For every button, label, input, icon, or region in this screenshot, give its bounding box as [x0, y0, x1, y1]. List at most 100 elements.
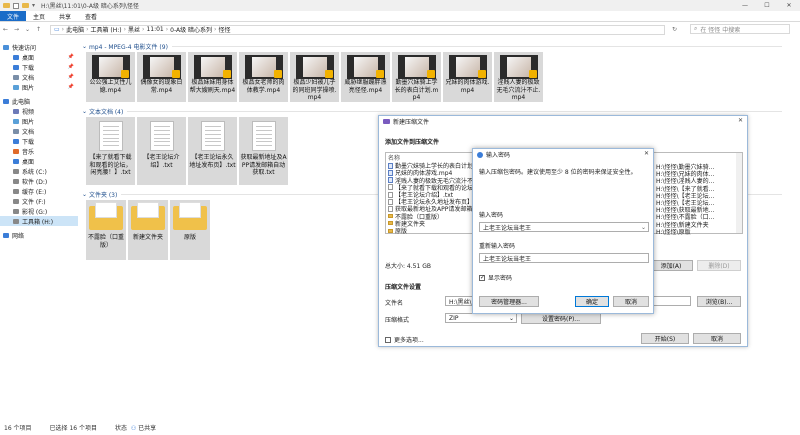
video-file[interactable]: 威胁继服蹦胖漂亮怪怪.mp4	[341, 52, 390, 102]
file-name: 淫贱人妻的极致无毛穴流汁不止.mp4	[496, 79, 541, 101]
recent-chevron-icon[interactable]: ⌄	[22, 26, 33, 33]
sidebar-item[interactable]: 文档 📌	[0, 72, 78, 82]
sidebar-item[interactable]: 下载 📌	[0, 62, 78, 72]
back-arrow-icon[interactable]: ←	[0, 26, 11, 33]
start-button[interactable]: 开始(S)	[641, 333, 689, 344]
sidebar-item[interactable]: 音乐	[0, 146, 78, 156]
show-password-checkbox[interactable]	[479, 274, 485, 281]
file-name: 偶像女的现象日常.mp4	[140, 79, 183, 94]
tab-home[interactable]: 主页	[26, 11, 52, 21]
ok-button[interactable]: 确定	[575, 296, 609, 307]
minimize-button[interactable]: —	[734, 0, 756, 11]
video-file[interactable]: 极品妹妹用身体帮大嫂刷天.mp4	[188, 52, 237, 102]
video-file[interactable]: 公公强上艾性儿媳.mp4	[86, 52, 135, 102]
nav-item-icon	[13, 148, 19, 154]
file-name: 威胁继服蹦胖漂亮怪怪.mp4	[344, 79, 387, 94]
sidebar-item[interactable]: 文档	[0, 126, 78, 136]
format-select[interactable]: ZIP ⌄	[445, 313, 517, 323]
maximize-button[interactable]: ☐	[756, 0, 778, 11]
close-icon[interactable]: ✕	[738, 117, 743, 124]
sidebar-item[interactable]: 影视 (G:)	[0, 206, 78, 216]
sidebar-item[interactable]: 图片	[0, 116, 78, 126]
video-file[interactable]: 极品少妇被儿子的同班同学操喷.mp4	[290, 52, 339, 102]
tab-view[interactable]: 查看	[78, 11, 104, 21]
chevron-down-icon[interactable]: ▾	[32, 2, 35, 9]
video-file[interactable]: 勤墨穴妹骑上学长的表白计划.mp4	[392, 52, 441, 102]
list-scrollbar[interactable]	[736, 153, 742, 233]
refresh-icon[interactable]: ↻	[669, 26, 680, 33]
list-item[interactable]: 原版	[388, 227, 407, 235]
sidebar-item[interactable]: 工具箱 (H:)	[0, 216, 78, 226]
close-icon[interactable]: ✕	[644, 150, 649, 157]
file-name: 极品女老师的肉体教学.mp4	[242, 79, 285, 94]
filename-label: 文件名	[385, 300, 404, 307]
pin-icon[interactable]: 📌	[68, 54, 74, 60]
chevron-down-icon: ⌄	[82, 191, 89, 198]
text-document-icon	[98, 121, 123, 151]
tab-file[interactable]: 文件	[0, 11, 27, 21]
crumb-guaiguai[interactable]: 怪怪	[218, 25, 230, 34]
text-file[interactable]: 【老王论坛永久地址发布页】.txt	[188, 117, 237, 185]
sidebar-item-label: 下载	[22, 64, 35, 72]
set-password-button[interactable]: 设置密码(P)...	[521, 313, 601, 324]
video-thumbnail	[295, 55, 334, 79]
sidebar-item[interactable]: 系统 (C:)	[0, 166, 78, 176]
pin-icon[interactable]: 📌	[68, 74, 74, 80]
sidebar-item-label: 此电脑	[12, 98, 31, 106]
folder-item[interactable]: 原版	[170, 200, 210, 260]
more-options-checkbox[interactable]	[385, 336, 391, 343]
folder-item[interactable]: 新建文件夹	[128, 200, 168, 260]
folder-icon	[173, 202, 207, 230]
crumb-drive-h[interactable]: 工具箱 (H:)	[91, 25, 122, 34]
group-header-video[interactable]: ⌄ mp4 - MPEG-4 电影文件 (9)	[82, 42, 782, 51]
sidebar-item[interactable]: 此电脑	[0, 96, 78, 106]
breadcrumb[interactable]: ▭ › 此电脑 › 工具箱 (H:) › 黑丝 › 11:01 › 0-A级 暗心系列 ›…	[50, 24, 665, 35]
password-manager-button[interactable]: 密码管理器...	[479, 296, 539, 307]
add-button[interactable]: 添加(A)	[649, 260, 693, 271]
sidebar-item[interactable]: 软件 (D:)	[0, 176, 78, 186]
sidebar-item[interactable]: 快速访问	[0, 42, 78, 52]
crumb-this-pc[interactable]: 此电脑	[66, 25, 84, 34]
sidebar-item[interactable]: 桌面 📌	[0, 52, 78, 62]
sidebar-item[interactable]: 网络	[0, 230, 78, 240]
close-button[interactable]: ✕	[778, 0, 800, 11]
video-file[interactable]: 极品女老师的肉体教学.mp4	[239, 52, 288, 102]
up-arrow-icon[interactable]: ↑	[33, 26, 44, 33]
player-app-icon	[120, 70, 129, 78]
sidebar-item[interactable]: 桌面	[0, 156, 78, 166]
sidebar-item[interactable]: 缓存 (E:)	[0, 186, 78, 196]
sidebar-item[interactable]: 视频	[0, 106, 78, 116]
archive-cancel-button[interactable]: 取消	[693, 333, 741, 344]
delete-button[interactable]: 删除(D)	[697, 260, 741, 271]
show-password-option[interactable]: 显示密码	[479, 273, 512, 282]
video-file[interactable]: 淫贱人妻的极致无毛穴流汁不止.mp4	[494, 52, 543, 102]
crumb-heisi[interactable]: 黑丝	[128, 25, 140, 34]
player-app-icon	[171, 70, 180, 78]
tab-share[interactable]: 共享	[52, 11, 78, 21]
search-box[interactable]: ⌕ 在 怪怪 中搜索	[690, 24, 790, 34]
forward-arrow-icon[interactable]: →	[11, 26, 22, 33]
crumb-1101[interactable]: 11:01	[146, 26, 163, 33]
crumb-series[interactable]: 0-A级 暗心系列	[170, 25, 212, 34]
browse-button[interactable]: 浏览(B)...	[697, 296, 741, 307]
sidebar-item[interactable]: 图片 📌	[0, 82, 78, 92]
text-file[interactable]: 【来了就看下载和观看的论坛，闲亮腰！】.txt	[86, 117, 135, 185]
pin-icon[interactable]: 📌	[68, 84, 74, 90]
pin-icon[interactable]: 📌	[68, 64, 74, 70]
video-file[interactable]: 兄妹的肉体游戏.mp4	[443, 52, 492, 102]
folder-item[interactable]: 不露脸（口重版）	[86, 200, 126, 260]
properties-icon[interactable]	[13, 2, 19, 9]
sidebar-item[interactable]: 下载	[0, 136, 78, 146]
password-input[interactable]: 上老王论坛当老王 ⌄	[479, 222, 649, 232]
video-file[interactable]: 偶像女的现象日常.mp4	[137, 52, 186, 102]
explorer-window: ▾ H:\黑丝\11:01\0-A级 暗心系列\怪怪 — ☐ ✕ 文件 主页 共…	[0, 0, 800, 435]
sidebar-item[interactable]: 文件 (F:)	[0, 196, 78, 206]
text-file[interactable]: 【老王论坛介绍】.txt	[137, 117, 186, 185]
new-folder-icon[interactable]	[22, 3, 29, 8]
more-options[interactable]: 更多选项...	[385, 335, 424, 344]
text-file[interactable]: 获取最新地址及APP请发邮箱自动获取.txt	[239, 117, 288, 185]
navigation-pane: 快速访问 桌面 📌 下载 📌 文档 📌 图片 📌 此电脑 视频 图片 文档 下载 音乐 桌面 系统 (C:) 软件…	[0, 42, 78, 420]
password-cancel-button[interactable]: 取消	[613, 296, 649, 307]
sidebar-item-label: 影视 (G:)	[22, 208, 48, 216]
confirm-password-input[interactable]: 上老王论坛当老王	[479, 253, 649, 263]
